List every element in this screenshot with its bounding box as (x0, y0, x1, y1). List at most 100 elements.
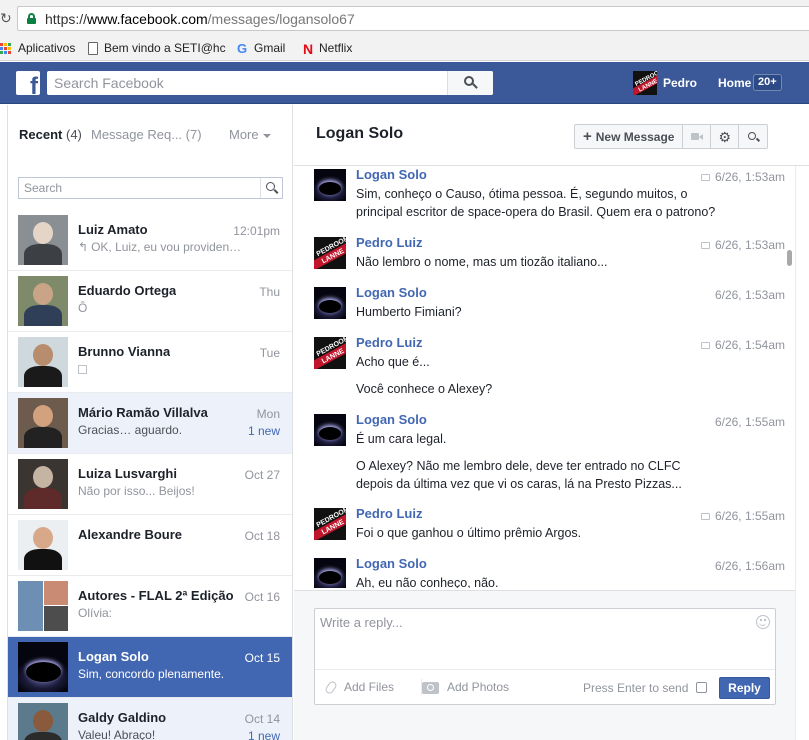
netflix-icon: N (303, 40, 314, 57)
image-placeholder-icon (78, 365, 87, 375)
group-avatar (18, 581, 68, 631)
settings-button[interactable]: ⚙ (711, 125, 740, 148)
new-message-button[interactable]: + New Message (575, 125, 684, 148)
avatar (18, 642, 68, 692)
browser-address-bar: ↻ https://www.facebook.com/messages/loga… (0, 0, 809, 36)
message-list[interactable]: Logan Solo 6/26, 1:53am Sim, conheço o C… (294, 166, 785, 588)
home-link[interactable]: Home (718, 75, 751, 91)
new-count-badge: 1 new (247, 729, 280, 740)
chevron-down-icon (262, 133, 271, 138)
search-conversation-button[interactable] (739, 125, 767, 148)
apps-grid-icon (0, 42, 12, 55)
conversation-title[interactable]: Logan Solo (316, 125, 403, 143)
profile-avatar[interactable]: PEDROOM LANNE (633, 71, 657, 95)
add-files-button[interactable]: Add Files (323, 679, 394, 696)
message-text: Foi o que ganhou o último prêmio Argos. (356, 526, 582, 540)
reply-button[interactable]: Reply (719, 677, 770, 699)
message-group: Logan Solo 6/26, 1:53am Humberto Fimiani… (294, 284, 785, 324)
thread-item[interactable]: Eduardo Ortega Ô Thu (8, 271, 292, 332)
sender-name[interactable]: Logan Solo (356, 412, 427, 428)
bookmark-seti[interactable]: Bem vindo a SETI@hc (88, 40, 226, 56)
thread-list-panel: Recent (4) Message Req... (7) More Luiz … (7, 105, 293, 740)
thread-item[interactable]: Luiza Lusvarghi Não por isso... Beijos! … (8, 454, 292, 515)
reply-arrow-icon: ↰ (78, 240, 89, 254)
avatar[interactable]: PEDROOM LANNE (314, 337, 346, 369)
conversation-header: Logan Solo + New Message ⚙ (294, 105, 809, 166)
avatar[interactable]: PEDROOM LANNE (314, 237, 346, 269)
reload-icon[interactable]: ↻ (0, 9, 12, 27)
thread-item[interactable]: Galdy Galdino Valeu! Abraço! Oct 14 1 ne… (8, 698, 292, 740)
thread-item[interactable]: Logan Solo Sim, concordo plenamente. Oct… (8, 637, 292, 698)
avatar[interactable]: PEDROOM LANNE (314, 508, 346, 540)
right-edge (795, 166, 809, 740)
google-icon: G (236, 40, 248, 56)
search-icon (748, 132, 757, 140)
facebook-search (47, 71, 493, 95)
thread-item[interactable]: Alexandre Boure Oct 18 (8, 515, 292, 576)
profile-name-link[interactable]: Pedro (663, 75, 697, 91)
tab-more[interactable]: More (229, 127, 271, 142)
press-enter-label: Press Enter to send (583, 681, 689, 695)
new-count-badge: 1 new (247, 424, 280, 438)
sender-name[interactable]: Pedro Luiz (356, 506, 422, 522)
thread-item[interactable]: Brunno Vianna Tue (8, 332, 292, 393)
avatar (18, 459, 68, 509)
avatar (18, 215, 68, 265)
tab-message-requests[interactable]: Message Req... (7) (91, 127, 202, 142)
bookmark-apps[interactable]: Aplicativos (0, 40, 75, 56)
seen-icon (700, 513, 710, 521)
message-text: Não lembro o nome, mas um tiozão italian… (356, 255, 608, 269)
message-group: Logan Solo 6/26, 1:56am Ah, eu não conhe… (294, 555, 785, 588)
search-icon (464, 76, 474, 86)
bookmark-gmail[interactable]: G Gmail (236, 40, 285, 56)
camera-icon (422, 681, 439, 694)
bookmarks-bar: Aplicativos Bem vindo a SETI@hc G Gmail N… (0, 36, 809, 61)
sender-name[interactable]: Logan Solo (356, 556, 427, 572)
facebook-search-input[interactable] (47, 71, 447, 95)
reply-input[interactable] (315, 609, 755, 667)
avatar (18, 520, 68, 570)
sender-name[interactable]: Pedro Luiz (356, 335, 422, 351)
sender-name[interactable]: Logan Solo (356, 167, 427, 183)
message-group: PEDROOM LANNE Pedro Luiz 6/26, 1:54am Ac… (314, 335, 785, 396)
avatar[interactable] (314, 414, 346, 446)
message-text: Acho que é... (356, 355, 430, 369)
tab-recent[interactable]: Recent (4) (19, 127, 82, 142)
thread-item[interactable]: Mário Ramão Villalva Gracias… aguardo. M… (8, 393, 292, 454)
press-enter-checkbox[interactable] (696, 682, 707, 693)
message-scrollbar-thumb[interactable] (787, 250, 792, 266)
messages-search-input[interactable] (19, 178, 259, 198)
seen-icon (700, 174, 710, 182)
avatar[interactable] (314, 287, 346, 319)
message-text: O Alexey? Não me lembro dele, deve ter e… (356, 459, 682, 491)
message-text: Você conhece o Alexey? (356, 382, 493, 396)
message-text: Humberto Fimiani? (356, 305, 462, 319)
messages-search (18, 177, 283, 199)
emoji-icon[interactable] (756, 615, 770, 629)
video-camera-icon (691, 133, 704, 140)
message-group: PEDROOM LANNE Pedro Luiz 6/26, 1:55am Fo… (314, 506, 785, 540)
sender-name[interactable]: Pedro Luiz (356, 235, 422, 251)
url-field[interactable]: https://www.facebook.com/messages/logans… (17, 6, 809, 31)
facebook-search-button[interactable] (447, 71, 493, 95)
seen-icon (700, 342, 710, 350)
lock-icon (27, 13, 36, 24)
composer: Add Files Add Photos Press Enter to send… (314, 608, 776, 705)
bookmark-netflix[interactable]: N Netflix (303, 40, 352, 57)
paperclip-icon (323, 680, 339, 696)
thread-list: Luiz Amato ↰ OK, Luiz, eu vou providen… 1… (8, 210, 292, 740)
add-photos-button[interactable]: Add Photos (421, 679, 509, 695)
thread-item[interactable]: Autores - FLAL 2ª Edição Olívia: Oct 16 (8, 576, 292, 637)
video-call-button[interactable] (683, 125, 712, 148)
avatar[interactable] (314, 169, 346, 201)
message-scrollbar[interactable] (785, 166, 795, 588)
sender-name[interactable]: Logan Solo (356, 285, 427, 301)
thread-item[interactable]: Luiz Amato ↰ OK, Luiz, eu vou providen… 1… (8, 210, 292, 271)
avatar[interactable] (314, 558, 346, 588)
messages-search-button[interactable] (260, 178, 282, 198)
home-notification-badge[interactable]: 20+ (753, 74, 782, 91)
message-group: Logan Solo 6/26, 1:55am É um cara legal.… (294, 411, 785, 501)
facebook-logo-icon[interactable]: f (16, 71, 40, 95)
document-icon (88, 42, 98, 56)
gear-icon: ⚙ (718, 129, 732, 145)
